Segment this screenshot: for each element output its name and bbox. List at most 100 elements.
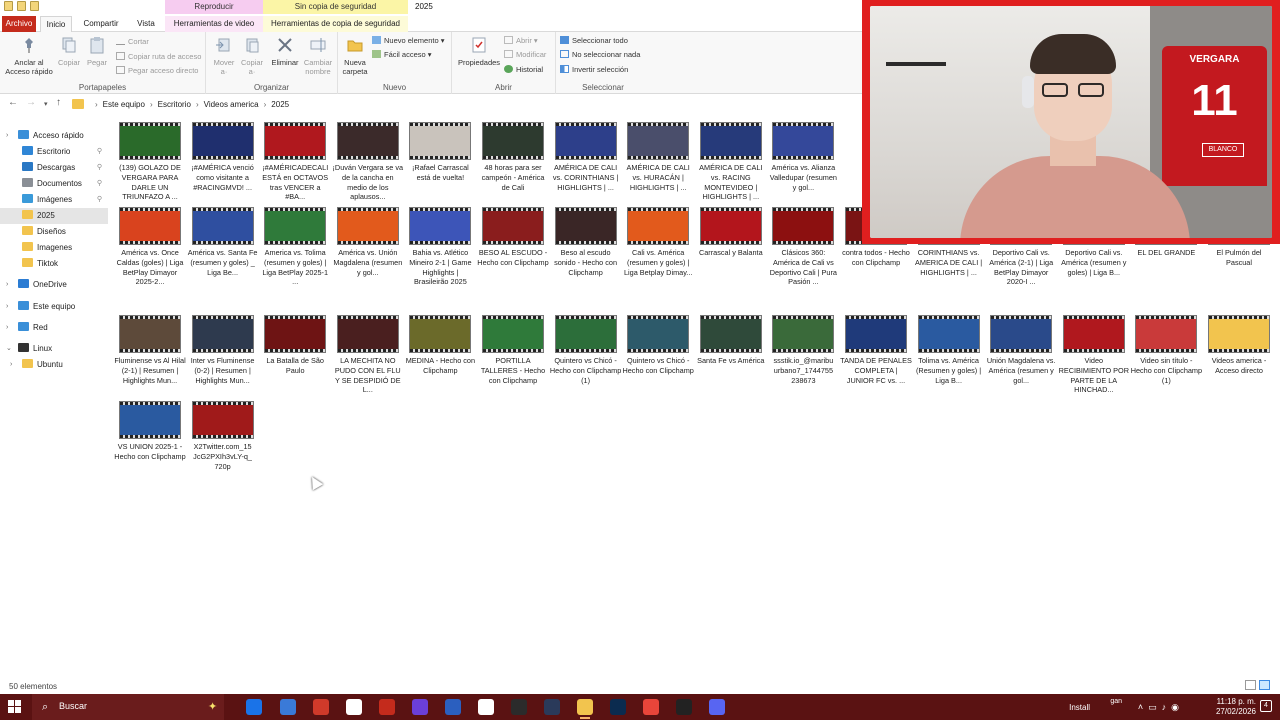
- tab-archivo[interactable]: Archivo: [2, 16, 36, 32]
- select-none-button[interactable]: No seleccionar nada: [560, 50, 640, 60]
- new-folder-small-icon[interactable]: [30, 1, 39, 11]
- file-item[interactable]: ¡Rafael Carrascal está de vuelta!: [404, 122, 476, 183]
- nav-item-11[interactable]: › Red: [0, 320, 108, 336]
- expand-chevron-icon[interactable]: ⌄: [6, 341, 12, 357]
- store-icon[interactable]: [313, 699, 329, 715]
- large-icons-view-icon[interactable]: [1259, 680, 1270, 690]
- file-item[interactable]: Inter vs Fluminense (0-2) | Resumen | Hi…: [187, 315, 259, 385]
- nav-item-12[interactable]: ⌄ Linux: [0, 341, 108, 357]
- nav-item-13[interactable]: › Ubuntu: [0, 357, 108, 373]
- photoshop-icon[interactable]: [610, 699, 626, 715]
- nav-item-4[interactable]: Imágenes ⚲: [0, 192, 108, 208]
- rename-button[interactable]: Cambiar nombre: [300, 36, 336, 76]
- tray-icons[interactable]: ˄▭♪◉: [1138, 702, 1184, 713]
- history-button[interactable]: Historial: [504, 65, 543, 75]
- select-all-button[interactable]: Seleccionar todo: [560, 36, 628, 46]
- file-item[interactable]: Quintero vs Chicó - Hecho con Clipchamp: [622, 315, 694, 376]
- nav-item-10[interactable]: › Este equipo: [0, 299, 108, 315]
- install-label[interactable]: Install: [1069, 703, 1090, 712]
- folder-small-icon[interactable]: [4, 1, 13, 11]
- expand-chevron-icon[interactable]: ›: [6, 320, 8, 336]
- breadcrumb-item[interactable]: Escritorio: [158, 100, 191, 109]
- modify-button[interactable]: Modificar: [504, 50, 546, 60]
- weather-label[interactable]: gan: [1110, 698, 1122, 705]
- invert-selection-button[interactable]: Invertir selección: [560, 65, 628, 75]
- forward-arrow-icon[interactable]: →: [26, 97, 36, 108]
- nav-item-0[interactable]: › Acceso rápido: [0, 128, 108, 144]
- move-to-button[interactable]: Mover a·: [210, 36, 238, 76]
- paste-shortcut-button[interactable]: Pegar acceso directo: [116, 66, 198, 76]
- opera-icon[interactable]: [379, 699, 395, 715]
- breadcrumb-item[interactable]: Este equipo: [103, 100, 145, 109]
- calendar-icon[interactable]: [478, 699, 494, 715]
- file-item[interactable]: America vs. Tolima (resumen y goles) | L…: [259, 207, 331, 287]
- file-item[interactable]: AMÉRICA DE CALI vs. HURACÁN | HIGHLIGHTS…: [622, 122, 694, 192]
- new-folder-button[interactable]: Nueva carpeta: [340, 36, 370, 76]
- tab-vista[interactable]: Vista: [132, 16, 160, 32]
- recent-chevron-icon[interactable]: ▾: [44, 100, 48, 108]
- tab-compartir[interactable]: Compartir: [80, 16, 122, 32]
- file-item[interactable]: Bahia vs. Atlético Mineiro 2-1 | Game Hi…: [404, 207, 476, 287]
- file-item[interactable]: AMÉRICA DE CALI vs. RACING MONTEVIDEO | …: [695, 122, 767, 202]
- copy-button[interactable]: Copiar: [56, 36, 82, 67]
- file-item[interactable]: VS UNION 2025-1 - Hecho con Clipchamp: [114, 401, 186, 462]
- nav-item-6[interactable]: Diseños: [0, 224, 108, 240]
- context-tab-reproducir[interactable]: Reproducir: [165, 0, 263, 14]
- file-item[interactable]: Unión Magdalena vs. América (resumen y g…: [985, 315, 1057, 385]
- file-item[interactable]: América vs. Unión Magdalena (resumen y g…: [332, 207, 404, 277]
- discord-icon[interactable]: [709, 699, 725, 715]
- copy-path-button[interactable]: Copiar ruta de acceso: [116, 52, 201, 62]
- nav-item-8[interactable]: Tiktok: [0, 256, 108, 272]
- file-item[interactable]: Beso al escudo sonido - Hecho con Clipch…: [550, 207, 622, 277]
- open-button[interactable]: Abrir ▾: [504, 36, 538, 46]
- expand-chevron-icon[interactable]: ›: [6, 128, 8, 144]
- context-tab-sin-copia[interactable]: Sin copia de seguridad: [263, 0, 408, 14]
- file-item[interactable]: América vs. Once Caldas (goles) | Liga B…: [114, 207, 186, 287]
- file-item[interactable]: América vs. Alianza Valledupar (resumen …: [767, 122, 839, 192]
- expand-chevron-icon[interactable]: ›: [10, 357, 12, 373]
- details-view-icon[interactable]: [1245, 680, 1256, 690]
- file-item[interactable]: ¡Duván Vergara se va de la cancha en med…: [332, 122, 404, 202]
- file-item[interactable]: ¡#AMÉRICA venció como visitante a #RACIN…: [187, 122, 259, 192]
- up-arrow-icon[interactable]: ↑: [56, 97, 61, 108]
- paste-button[interactable]: Pegar: [84, 36, 110, 67]
- nav-item-7[interactable]: Imagenes: [0, 240, 108, 256]
- back-arrow-icon[interactable]: ←: [8, 97, 18, 108]
- breadcrumb-item[interactable]: Videos america: [204, 100, 259, 109]
- chevron-right-icon[interactable]: ›: [150, 100, 153, 109]
- cut-button[interactable]: Cortar: [116, 37, 149, 47]
- taskbar-search[interactable]: ⌕ Buscar ✦: [32, 694, 224, 720]
- file-item[interactable]: (139) GOLAZO DE VERGARA PARA DARLE UN TR…: [114, 122, 186, 202]
- new-item-button[interactable]: Nuevo elemento ▾: [372, 36, 444, 46]
- file-item[interactable]: Quintero vs Chicó - Hecho con Clipchamp …: [550, 315, 622, 385]
- nav-item-3[interactable]: Documentos ⚲: [0, 176, 108, 192]
- file-item[interactable]: América vs. Santa Fe (resumen y goles) _…: [187, 207, 259, 277]
- chrome-alt-icon[interactable]: [246, 699, 262, 715]
- file-icon[interactable]: [346, 699, 362, 715]
- file-item[interactable]: Santa Fe vs América: [695, 315, 767, 366]
- file-item[interactable]: Clásicos 360: América de Cali vs Deporti…: [767, 207, 839, 287]
- properties-small-icon[interactable]: [17, 1, 26, 11]
- copy-to-button[interactable]: Copiar a·: [238, 36, 266, 76]
- expand-chevron-icon[interactable]: ›: [6, 299, 8, 315]
- chevron-right-icon[interactable]: ›: [264, 100, 267, 109]
- tab-herramientas-copia[interactable]: Herramientas de copia de seguridad: [263, 16, 408, 32]
- tab-inicio[interactable]: Inicio: [40, 16, 72, 32]
- file-item[interactable]: MEDINA - Hecho con Clipchamp: [404, 315, 476, 376]
- breadcrumb-item[interactable]: 2025: [271, 100, 289, 109]
- chrome-icon[interactable]: [643, 699, 659, 715]
- windows-start-icon[interactable]: [8, 700, 21, 713]
- tab-herramientas-video[interactable]: Herramientas de video: [165, 16, 263, 32]
- clock[interactable]: 11:18 p. m. 27/02/2026: [1186, 697, 1256, 717]
- pin-quick-access-button[interactable]: Anclar al Acceso rápido: [2, 36, 56, 76]
- expand-chevron-icon[interactable]: ›: [6, 277, 8, 293]
- file-item[interactable]: TANDA DE PENALES COMPLETA | JUNIOR FC vs…: [840, 315, 912, 385]
- file-item[interactable]: La Batalla de São Paulo: [259, 315, 331, 376]
- file-item[interactable]: 48 horas para ser campeón - América de C…: [477, 122, 549, 192]
- file-item[interactable]: AMÉRICA DE CALI vs. CORINTHIANS | HIGHLI…: [550, 122, 622, 192]
- chevron-right-icon[interactable]: ›: [95, 100, 98, 109]
- nav-item-5[interactable]: 2025: [0, 208, 108, 224]
- file-item[interactable]: LA MECHITA NO PUDO CON EL FLU Y SE DESPI…: [332, 315, 404, 395]
- nav-item-2[interactable]: Descargas ⚲: [0, 160, 108, 176]
- epic-games-icon[interactable]: [511, 699, 527, 715]
